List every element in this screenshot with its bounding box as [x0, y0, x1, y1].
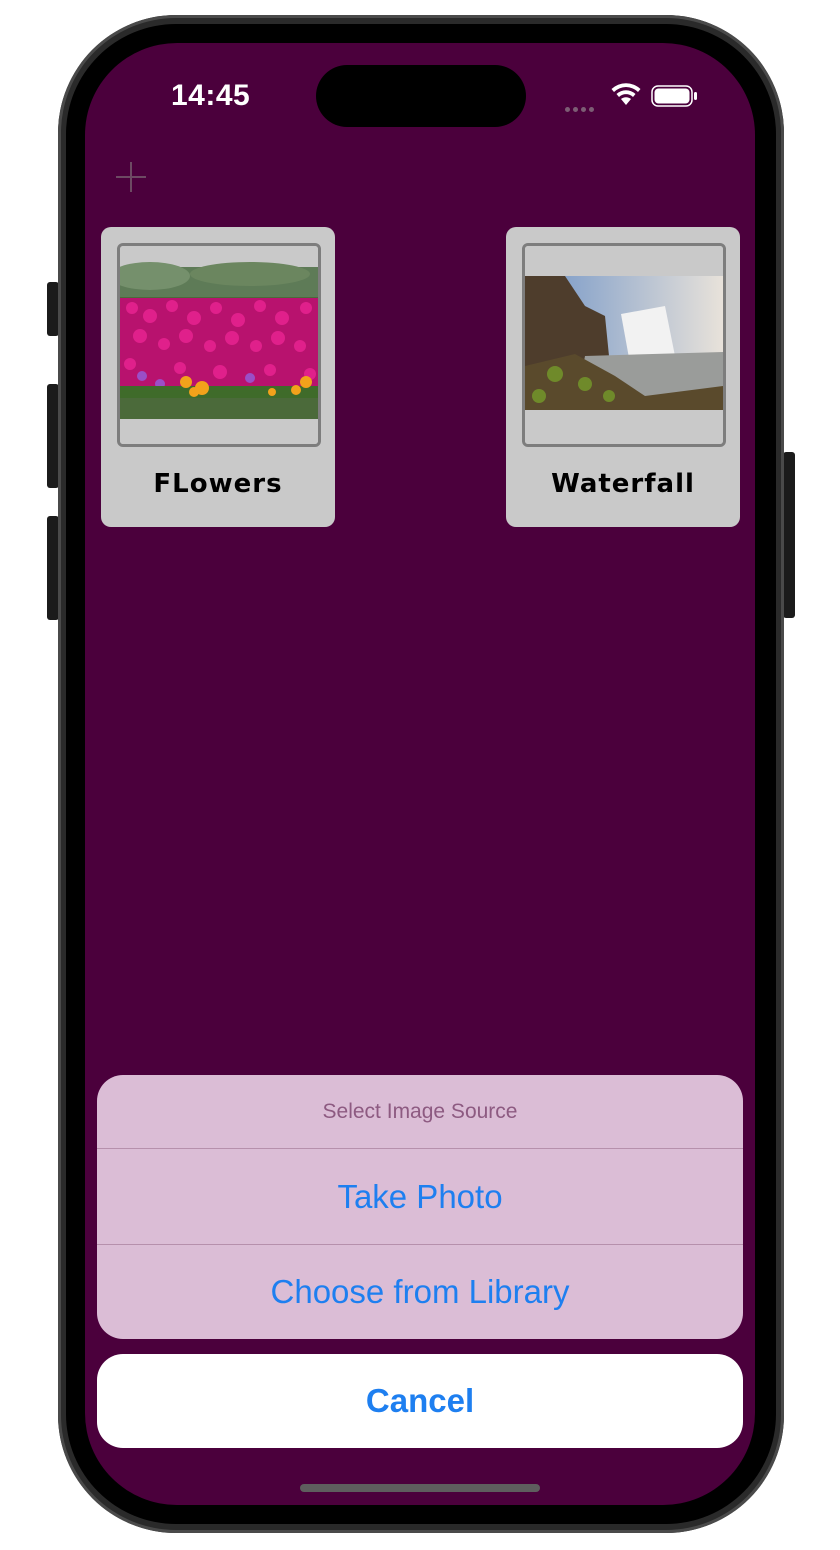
status-time: 14:45	[171, 79, 251, 112]
card-label: Waterfall	[551, 469, 695, 499]
dynamic-island	[316, 65, 526, 127]
add-button[interactable]	[107, 153, 155, 201]
battery-icon	[651, 85, 697, 107]
take-photo-button[interactable]: Take Photo	[97, 1149, 743, 1245]
action-sheet-title: Select Image Source	[97, 1075, 743, 1149]
plus-icon	[116, 162, 146, 192]
photo-frame	[117, 243, 321, 447]
photo-card-waterfall[interactable]: Waterfall	[506, 227, 740, 527]
power-button	[783, 452, 795, 618]
card-label: FLowers	[153, 469, 283, 499]
photo-card-flowers[interactable]: FLowers	[101, 227, 335, 527]
wifi-icon	[611, 83, 641, 105]
waterfall-photo	[525, 246, 723, 444]
cellular-signal-icon	[565, 99, 597, 117]
choose-from-library-button[interactable]: Choose from Library	[97, 1245, 743, 1339]
flowers-photo	[120, 246, 318, 444]
action-sheet: Select Image Source Take Photo Choose fr…	[97, 1075, 743, 1339]
photo-frame	[522, 243, 726, 447]
cancel-button[interactable]: Cancel	[97, 1354, 743, 1448]
home-indicator[interactable]	[300, 1484, 540, 1492]
phone-screen: 14:45 FLowers Waterfall Select Image Sou…	[85, 43, 755, 1505]
